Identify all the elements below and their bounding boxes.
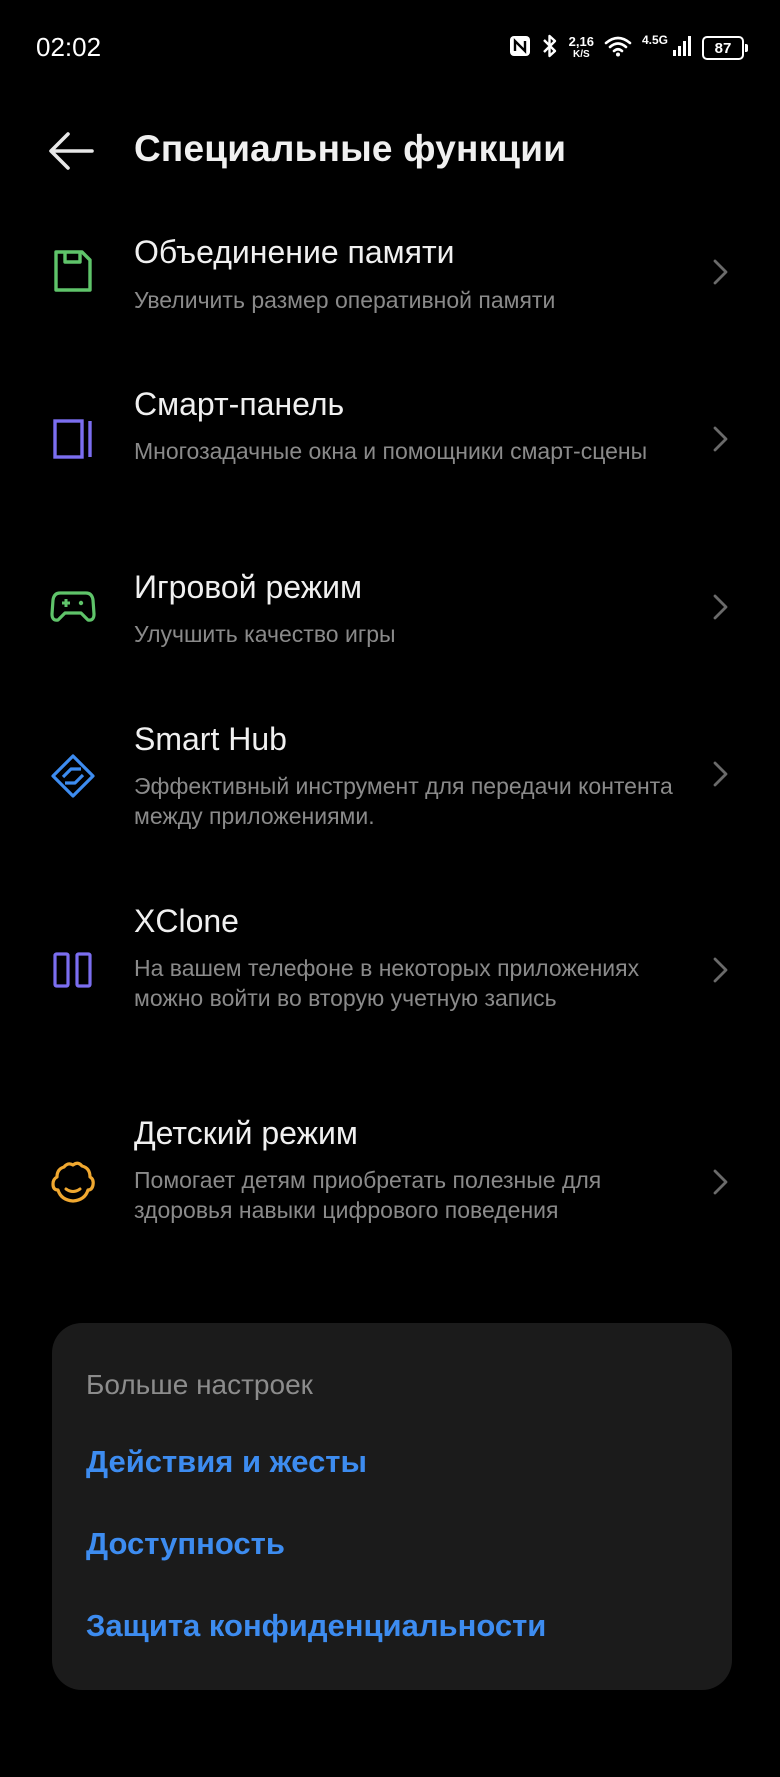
item-title: Детский режим [134,1115,358,1151]
item-subtitle: Увеличить размер оперативной памяти [134,287,556,313]
list-item-game-mode[interactable]: Игровой режим Улучшить качество игры [0,555,780,665]
gamepad-icon [50,591,96,622]
side-panel-icon [53,419,92,459]
status-bar: 02:02 2,16 K/S 4.5G 87 [0,0,780,96]
page-title: Специальные функции [134,128,567,169]
item-title: Смарт-панель [134,386,345,422]
chevron-right-icon [713,957,728,983]
status-time: 02:02 [36,32,102,62]
list-item-kids-mode[interactable]: Детский режим Помогает детям приобретать… [0,1101,780,1261]
back-arrow-icon [49,132,94,170]
memory-card-icon [54,250,92,292]
more-settings-header: Больше настроек [86,1369,313,1400]
item-subtitle: Эффективный инструмент для передачи конт… [134,773,673,829]
chevron-right-icon [713,594,728,620]
clone-icon [53,952,92,988]
link-accessibility[interactable]: Доступность [86,1526,285,1562]
network-type: 4.5G [641,33,668,47]
item-subtitle: На вашем телефоне в некоторых приложения… [134,955,640,1011]
chevron-right-icon [713,426,728,452]
app-header: Специальные функции [0,110,780,190]
network-speed-unit: K/S [572,49,590,60]
back-button[interactable] [44,126,100,176]
list-item-memory-merge[interactable]: Объединение памяти Увеличить размер опер… [0,220,780,330]
chevron-right-icon [713,259,728,285]
network-speed-value: 2,16 [568,34,594,49]
battery-level: 87 [714,39,732,57]
bluetooth-icon [541,33,559,64]
item-title: Объединение памяти [134,234,455,270]
link-privacy-protection[interactable]: Защита конфиденциальности [86,1608,546,1644]
status-icons: 2,16 K/S 4.5G 87 [509,30,748,66]
item-title: Smart Hub [134,721,287,757]
network-speed: 2,16 K/S [569,35,594,61]
battery-icon: 87 [702,36,748,60]
item-subtitle: Помогает детям приобретать полезные для … [134,1167,602,1223]
kid-face-icon [51,1161,95,1203]
nfc-icon [509,35,531,62]
smart-hub-icon [51,754,95,798]
chevron-right-icon [713,761,728,787]
more-settings-card: Больше настроек Действия и жесты Доступн… [52,1323,732,1690]
item-title: Игровой режим [134,569,362,605]
list-item-xclone[interactable]: XClone На вашем телефоне в некоторых при… [0,889,780,1049]
list-item-smart-panel[interactable]: Смарт-панель Многозадачные окна и помощн… [0,372,780,502]
wifi-icon [604,35,632,62]
item-title: XClone [134,903,239,939]
signal-icon [672,35,692,62]
link-actions-gestures[interactable]: Действия и жесты [86,1444,367,1480]
list-item-smart-hub[interactable]: Smart Hub Эффективный инструмент для пер… [0,707,780,837]
chevron-right-icon [713,1169,728,1195]
item-subtitle: Улучшить качество игры [134,621,396,647]
item-subtitle: Многозадачные окна и помощники смарт-сце… [134,438,648,464]
